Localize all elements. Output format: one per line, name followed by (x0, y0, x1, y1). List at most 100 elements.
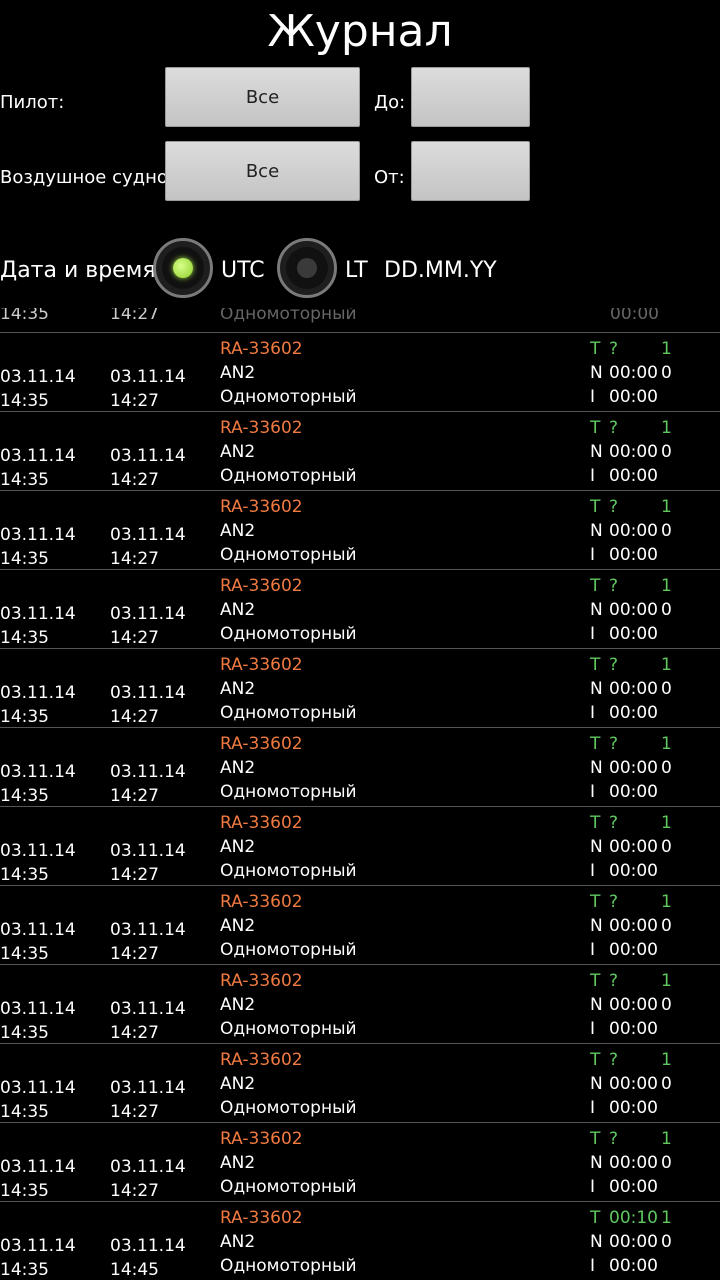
t-count: 1 (661, 339, 672, 359)
t-count: 1 (661, 576, 672, 596)
journal-entry-row[interactable]: 03.11.14 14:35 03.11.14 14:27 RA-33602 AN2 Одн… (0, 1123, 720, 1202)
aircraft-type: Одномоторный (220, 387, 357, 407)
aircraft-model: AN2 (220, 1074, 256, 1094)
n-line: N 00:00 0 (590, 1151, 681, 1175)
i-value: 00:00 (609, 466, 658, 486)
journal-entry-row[interactable]: 03.11.14 14:35 03.11.14 14:45 RA-33602 AN2 Одн… (0, 1202, 720, 1280)
arrival-date: 03.11.14 (110, 1157, 186, 1177)
i-value: 00:00 (609, 1098, 658, 1118)
departure-date: 03.11.14 (0, 604, 76, 624)
aircraft-info: RA-33602 AN2 Одномоторный (220, 1127, 357, 1199)
radio-checked-icon (173, 258, 193, 278)
departure-date: 03.11.14 (0, 367, 76, 387)
aircraft-info: RA-33602 AN2 Одномоторный (220, 1048, 357, 1120)
i-label: I (590, 940, 596, 960)
aircraft-model: AN2 (220, 600, 256, 620)
n-count: 0 (661, 995, 672, 1015)
t-line: T? 1 (590, 732, 681, 756)
n-line: N 00:00 0 (590, 1072, 681, 1096)
to-date-button[interactable] (411, 67, 530, 127)
n-count: 0 (661, 1074, 672, 1094)
arrival-time: 14:27 (110, 391, 159, 411)
i-label: I (590, 466, 596, 486)
departure-time: 14:35 (0, 391, 49, 411)
journal-entry-row[interactable]: 03.11.14 14:35 03.11.14 14:27 RA-33602 AN2 Одн… (0, 570, 720, 649)
departure-time: 14:35 (0, 1260, 49, 1280)
aircraft-registration: RA-33602 (220, 497, 303, 517)
departure-date: 03.11.14 (0, 1236, 76, 1256)
t-label: T (590, 418, 601, 438)
journal-entry-row[interactable]: 03.11.14 14:35 03.11.14 14:27 RA-33602 AN2 Одн… (0, 491, 720, 570)
journal-entry-row[interactable]: 03.11.14 14:35 03.11.14 14:27 RA-33602 AN2 Одн… (0, 886, 720, 965)
arrival-date: 03.11.14 (110, 367, 186, 387)
aircraft-model: AN2 (220, 837, 256, 857)
n-value: 00:00 (609, 995, 658, 1015)
departure-time: 14:35 (0, 707, 49, 727)
departure-datetime: 03.11.14 14:35 (0, 523, 76, 571)
departure-time: 14:35 (0, 944, 49, 964)
aircraft-registration: RA-33602 (220, 1129, 303, 1149)
departure-date: 03.11.14 (0, 1078, 76, 1098)
arrival-datetime: 03.11.14 14:27 (110, 365, 186, 413)
arrival-date: 03.11.14 (110, 841, 186, 861)
from-label: От: (374, 167, 405, 188)
journal-entry-row[interactable]: 03.11.14 14:35 03.11.14 14:27 RA-33602 AN2 Одн… (0, 965, 720, 1044)
aircraft-select-button[interactable]: Все (165, 141, 360, 201)
aircraft-info: RA-33602 AN2 Одномоторный (220, 495, 357, 567)
journal-entry-row[interactable]: 03.11.14 14:35 03.11.14 14:27 RA-33602 AN2 Одн… (0, 1044, 720, 1123)
journal-entry-row[interactable]: 03.11.14 14:35 03.11.14 14:27 RA-33602 AN2 Одн… (0, 649, 720, 728)
t-line: T? 1 (590, 337, 681, 361)
n-line: N 00:00 0 (590, 361, 681, 385)
n-count: 0 (661, 758, 672, 778)
departure-datetime: 03.11.14 14:35 (0, 444, 76, 492)
n-count: 0 (661, 916, 672, 936)
aircraft-type: Одномоторный (220, 1256, 357, 1276)
journal-entry-row[interactable]: 03.11.14 14:35 03.11.14 14:27 RA-33602 AN2 Одн… (0, 412, 720, 491)
aircraft-registration: RA-33602 (220, 576, 303, 596)
arrival-datetime: 03.11.14 14:27 (110, 1155, 186, 1203)
arrival-datetime: 03.11.14 14:27 (110, 523, 186, 571)
i-value: 00:00 (609, 782, 658, 802)
t-count: 1 (661, 1208, 672, 1228)
aircraft-type: Одномоторный (220, 466, 357, 486)
n-label: N (590, 837, 603, 857)
journal-entry-row[interactable]: 03.11.14 14:35 03.11.14 14:27 RA-33602 AN2 Одн… (0, 728, 720, 807)
journal-list[interactable]: 14:35 14:27 Одномоторный 00:00 03.11.14 1… (0, 308, 720, 1280)
partial-list-item[interactable]: 14:35 14:27 Одномоторный 00:00 (0, 308, 720, 333)
t-line: T? 1 (590, 653, 681, 677)
n-line: N 00:00 0 (590, 440, 681, 464)
i-line: I 00:00 (590, 464, 681, 488)
flight-times: T? 1 N 00:00 0 I 00:00 (590, 416, 681, 488)
departure-datetime: 03.11.14 14:35 (0, 681, 76, 729)
t-count: 1 (661, 655, 672, 675)
i-label: I (590, 1177, 596, 1197)
arrival-datetime: 03.11.14 14:27 (110, 681, 186, 729)
i-value: 00:00 (609, 1177, 658, 1197)
aircraft-info: RA-33602 AN2 Одномоторный (220, 811, 357, 883)
from-date-button[interactable] (411, 141, 530, 201)
t-label: T (590, 1129, 601, 1149)
n-value: 00:00 (609, 1153, 658, 1173)
i-value: 00:00 (609, 1019, 658, 1039)
departure-date: 03.11.14 (0, 525, 76, 545)
i-label: I (590, 703, 596, 723)
n-label: N (590, 521, 603, 541)
aircraft-registration: RA-33602 (220, 892, 303, 912)
aircraft-type: Одномоторный (220, 940, 357, 960)
lt-radio[interactable] (277, 238, 337, 298)
lt-label: LT (345, 258, 368, 283)
n-line: N 00:00 0 (590, 835, 681, 859)
pilot-label: Пилот: (0, 92, 65, 113)
utc-radio[interactable] (153, 238, 213, 298)
aircraft-type: Одномоторный (220, 1019, 357, 1039)
flight-times: T? 1 N 00:00 0 I 00:00 (590, 969, 681, 1041)
departure-date: 03.11.14 (0, 1157, 76, 1177)
aircraft-info: RA-33602 AN2 Одномоторный (220, 969, 357, 1041)
departure-date: 03.11.14 (0, 920, 76, 940)
journal-entry-row[interactable]: 03.11.14 14:35 03.11.14 14:27 RA-33602 AN2 Одн… (0, 807, 720, 886)
pilot-select-button[interactable]: Все (165, 67, 360, 127)
partial-i-time: 00:00 (610, 308, 659, 324)
n-line: N 00:00 0 (590, 598, 681, 622)
journal-entry-row[interactable]: 03.11.14 14:35 03.11.14 14:27 RA-33602 AN2 Одн… (0, 333, 720, 412)
i-label: I (590, 1098, 596, 1118)
